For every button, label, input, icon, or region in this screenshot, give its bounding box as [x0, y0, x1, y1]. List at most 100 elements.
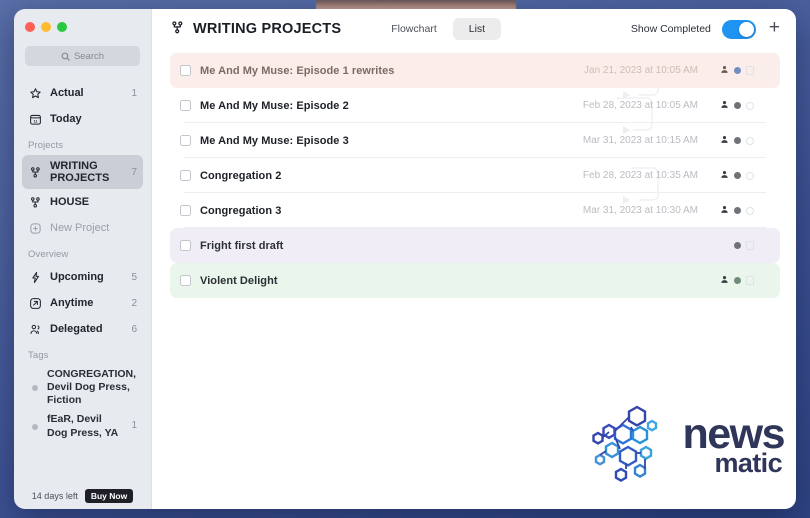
- bolt-icon: [28, 270, 42, 284]
- task-status-dot-icon[interactable]: [734, 277, 741, 284]
- task-row[interactable]: Fright first draft: [170, 228, 780, 263]
- task-checkbox[interactable]: [180, 205, 191, 216]
- toolbar-right-group: Show Completed +: [631, 18, 782, 40]
- sidebar-footer: 14 days left Buy Now: [14, 489, 151, 503]
- assignee-person-icon[interactable]: [720, 205, 729, 217]
- task-dependency-ring-icon[interactable]: [746, 171, 754, 180]
- task-title: Me And My Muse: Episode 3: [200, 134, 349, 147]
- task-status-dot-icon[interactable]: [734, 67, 741, 74]
- sidebar-item-label: Anytime: [50, 296, 94, 309]
- task-checkbox[interactable]: [180, 240, 191, 251]
- task-dependency-ring-icon[interactable]: [746, 101, 754, 110]
- sidebar-tag-label: CONGREGATION, Devil Dog Press, Fiction: [47, 368, 137, 407]
- watermark-line-1: news: [682, 409, 785, 458]
- sidebar-item-label: Actual: [50, 86, 84, 99]
- project-node-icon: [28, 165, 42, 179]
- watermark-line-2: matic: [714, 447, 782, 478]
- task-checkbox[interactable]: [180, 100, 191, 111]
- search-placeholder-text: Search: [73, 50, 105, 62]
- sidebar-section-projects: Projects: [28, 140, 64, 151]
- task-title: Violent Delight: [200, 274, 278, 287]
- search-input[interactable]: Search: [25, 46, 140, 66]
- task-status-dot-icon[interactable]: [734, 102, 741, 109]
- sidebar-item-anytime[interactable]: Anytime 2: [22, 290, 143, 316]
- sidebar-item-label: Delegated: [50, 322, 103, 335]
- add-task-button[interactable]: +: [767, 18, 782, 40]
- task-flag-icon[interactable]: [746, 276, 754, 285]
- window-traffic-lights: [14, 18, 151, 32]
- project-node-icon: [170, 20, 185, 39]
- sidebar-item-today[interactable]: 11 Today: [22, 106, 143, 132]
- page-title: WRITING PROJECTS: [170, 20, 341, 39]
- assignee-person-icon[interactable]: [720, 65, 729, 77]
- page-title-text: WRITING PROJECTS: [193, 21, 342, 37]
- project-node-icon: [28, 195, 42, 209]
- task-row[interactable]: Violent Delight: [170, 263, 780, 298]
- task-checkbox[interactable]: [180, 135, 191, 146]
- task-checkbox[interactable]: [180, 275, 191, 286]
- sidebar-section-overview: Overview: [28, 249, 69, 260]
- minimize-window-button[interactable]: [41, 22, 51, 32]
- task-status-dot-icon[interactable]: [734, 242, 741, 249]
- close-window-button[interactable]: [25, 22, 35, 32]
- task-due-date: Jan 21, 2023 at 10:05 AM: [584, 65, 698, 76]
- sidebar-item-delegated[interactable]: Delegated 6: [22, 316, 143, 342]
- sidebar-item-actual[interactable]: Actual 1: [22, 80, 143, 106]
- sidebar-item-label: Today: [50, 112, 82, 125]
- task-list: Me And My Muse: Episode 1 rewrites Jan 21…: [170, 53, 780, 298]
- task-title: Fright first draft: [200, 239, 284, 252]
- task-due-date: Mar 31, 2023 at 10:30 AM: [582, 205, 698, 216]
- tab-flowchart[interactable]: Flowchart: [375, 18, 453, 40]
- sidebar-tag-fear[interactable]: fEaR, Devil Dog Press, YA 1: [22, 410, 143, 442]
- task-meta-group: [720, 100, 766, 112]
- task-title: Me And My Muse: Episode 1 rewrites: [200, 64, 395, 77]
- task-row[interactable]: Congregation 3 Mar 31, 2023 at 10:30 AM: [170, 193, 780, 228]
- assignee-person-icon[interactable]: [720, 135, 729, 147]
- anytime-icon: [28, 296, 42, 310]
- task-due-date: Mar 31, 2023 at 10:15 AM: [582, 135, 698, 146]
- sidebar-item-house[interactable]: HOUSE: [22, 189, 143, 215]
- task-status-dot-icon[interactable]: [734, 207, 741, 214]
- task-meta-group: [720, 275, 766, 287]
- task-row[interactable]: Congregation 2 Feb 28, 2023 at 10:35 AM: [170, 158, 780, 193]
- task-dependency-ring-icon[interactable]: [746, 136, 754, 145]
- sidebar-item-upcoming[interactable]: Upcoming 5: [22, 264, 143, 290]
- show-completed-toggle[interactable]: [721, 19, 756, 39]
- sidebar-item-writing-projects[interactable]: WRITING PROJECTS 7: [22, 155, 143, 189]
- maximize-window-button[interactable]: [57, 22, 67, 32]
- buy-now-button[interactable]: Buy Now: [84, 489, 134, 503]
- task-status-dot-icon[interactable]: [734, 137, 741, 144]
- main-panel: WRITING PROJECTS Flowchart List Show Com…: [152, 9, 796, 509]
- sidebar-tag-label: fEaR, Devil Dog Press, YA: [47, 413, 119, 439]
- sidebar-item-new-project[interactable]: New Project: [22, 215, 143, 241]
- sidebar-item-count: 1: [131, 87, 137, 99]
- calendar-icon: 11: [28, 112, 42, 126]
- assignee-person-icon[interactable]: [720, 275, 729, 287]
- task-meta-group: [720, 135, 766, 147]
- sidebar-item-label: New Project: [50, 221, 110, 234]
- newsmatic-logo-icon: [592, 405, 658, 482]
- tab-list[interactable]: List: [452, 18, 502, 40]
- sidebar-item-count: 7: [131, 166, 137, 178]
- task-row[interactable]: Me And My Muse: Episode 2 Feb 28, 2023 at…: [170, 88, 780, 123]
- toggle-knob: [738, 21, 754, 37]
- search-icon: [61, 52, 70, 61]
- task-meta-group: [720, 241, 766, 250]
- task-row[interactable]: Me And My Muse: Episode 1 rewrites Jan 21…: [170, 53, 780, 88]
- task-dependency-ring-icon[interactable]: [746, 206, 754, 215]
- task-checkbox[interactable]: [180, 65, 191, 76]
- sidebar-tag-congregation[interactable]: CONGREGATION, Devil Dog Press, Fiction: [22, 365, 143, 410]
- task-flag-icon[interactable]: [746, 66, 754, 75]
- sidebar-item-label: HOUSE: [50, 195, 90, 208]
- task-title: Congregation 2: [200, 169, 282, 182]
- assignee-person-icon[interactable]: [720, 100, 729, 112]
- task-row[interactable]: Me And My Muse: Episode 3 Mar 31, 2023 at…: [170, 123, 780, 158]
- sidebar-item-count: 2: [131, 297, 137, 309]
- task-meta-group: [720, 205, 766, 217]
- task-flag-icon[interactable]: [746, 241, 754, 250]
- task-checkbox[interactable]: [180, 170, 191, 181]
- task-title: Me And My Muse: Episode 2: [200, 99, 349, 112]
- sidebar-section-tags: Tags: [28, 350, 49, 361]
- task-status-dot-icon[interactable]: [734, 172, 741, 179]
- assignee-person-icon[interactable]: [720, 170, 729, 182]
